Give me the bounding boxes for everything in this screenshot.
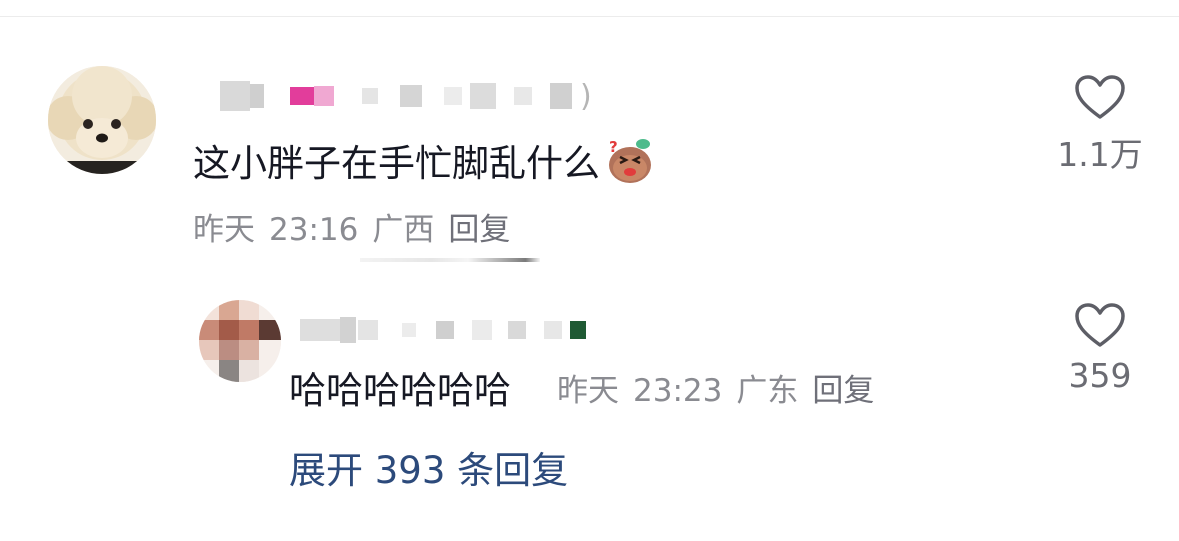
heart-outline-icon [1075,75,1125,119]
heart-outline-icon [1075,303,1125,347]
comment-location: 广西 [372,212,435,248]
comment-like-button[interactable]: 1.1万 [1057,74,1143,176]
top-divider [0,16,1179,17]
reply-like-count: 359 [1068,356,1132,395]
reply-time: 昨天 [557,373,619,409]
comment-like-count: 1.1万 [1057,135,1143,174]
reply-button[interactable]: 回复 [448,212,510,248]
reply-text-row: 哈哈哈哈哈哈 [289,368,511,414]
commenter-avatar[interactable] [48,66,156,174]
reply-body: 哈哈哈哈哈哈 [289,369,511,412]
commenter-username-obscured[interactable]: ) [220,76,592,116]
username-suffix: ) [580,78,592,114]
sweating-blob-emoji-icon: ? [604,135,654,196]
replier-avatar[interactable] [199,300,281,382]
reply-reply-button[interactable]: 回复 [812,373,874,409]
comment-body: 这小胖子在手忙脚乱什么 [193,142,600,185]
comment-time: 昨天 [193,212,255,248]
faint-artifact [360,258,540,262]
reply-location: 广东 [736,373,799,409]
svg-text:?: ? [609,138,618,156]
replier-username-obscured[interactable] [300,310,586,350]
reply-meta: 昨天 23:23 广东 回复 [557,371,874,411]
comment-meta: 昨天 23:16 广西 回复 [193,210,510,250]
comment-text: 这小胖子在手忙脚乱什么 ? [193,135,654,196]
comment-clock: 23:16 [269,212,359,248]
expand-replies-button[interactable]: 展开 393 条回复 [289,446,568,496]
reply-like-button[interactable]: 359 [1058,302,1142,395]
reply-clock: 23:23 [633,373,723,409]
